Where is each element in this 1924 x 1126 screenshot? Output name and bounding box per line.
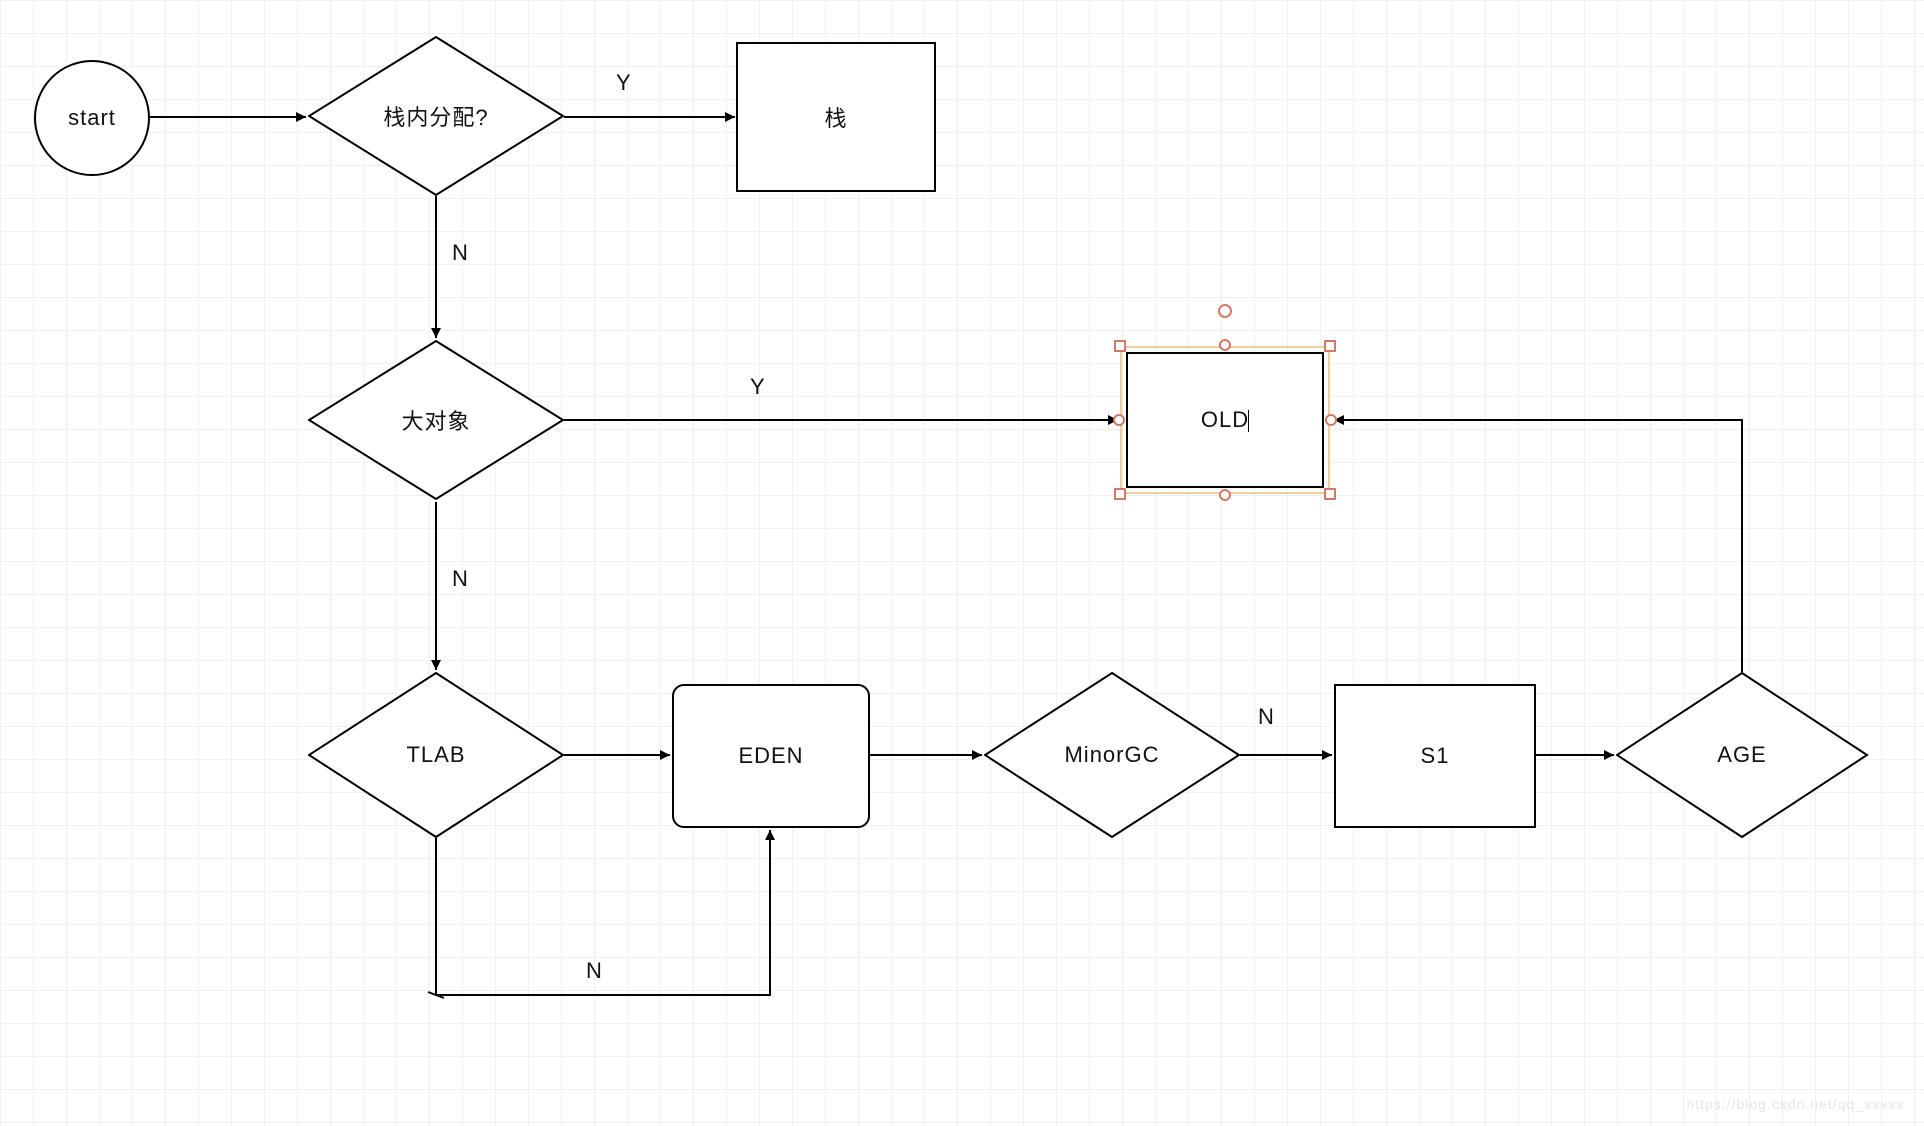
node-tlab[interactable]: TLAB (308, 672, 564, 838)
node-eden-label: EDEN (738, 743, 803, 769)
rotation-handle-icon[interactable] (1218, 304, 1232, 318)
edge-label-tlab-n: N (586, 958, 602, 984)
node-eden[interactable]: EDEN (672, 684, 870, 828)
edge-label-big-obj-n: N (452, 566, 468, 592)
text-caret (1248, 410, 1249, 432)
resize-handle-e[interactable] (1325, 414, 1337, 426)
node-big-object[interactable]: 大对象 (308, 340, 564, 500)
node-age[interactable]: AGE (1616, 672, 1868, 838)
resize-handle-nw[interactable] (1114, 340, 1126, 352)
resize-handle-sw[interactable] (1114, 488, 1126, 500)
resize-handle-s[interactable] (1219, 489, 1231, 501)
node-start[interactable]: start (34, 60, 150, 176)
node-age-label: AGE (1717, 742, 1766, 768)
node-stack-alloc[interactable]: 栈内分配? (308, 36, 564, 196)
edge-label-stack-alloc-y: Y (616, 70, 631, 96)
resize-handle-ne[interactable] (1324, 340, 1336, 352)
node-old-selected[interactable]: OLD (1120, 346, 1330, 494)
node-minor-gc[interactable]: MinorGC (984, 672, 1240, 838)
node-minor-gc-label: MinorGC (1064, 742, 1159, 768)
edge-label-stack-alloc-n: N (452, 240, 468, 266)
node-tlab-label: TLAB (406, 742, 465, 768)
node-stack-alloc-label: 栈内分配? (383, 100, 488, 132)
node-old[interactable]: OLD (1126, 352, 1324, 488)
node-s1[interactable]: S1 (1334, 684, 1536, 828)
node-stack[interactable]: 栈 (736, 42, 936, 192)
edge-label-minor-gc-n: N (1258, 704, 1274, 730)
resize-handle-se[interactable] (1324, 488, 1336, 500)
resize-handle-n[interactable] (1219, 339, 1231, 351)
edge-label-big-obj-y: Y (750, 374, 765, 400)
node-stack-label: 栈 (824, 101, 847, 133)
watermark: https://blog.csdn.net/qq_xxxxx (1686, 1096, 1904, 1112)
resize-handle-w[interactable] (1113, 414, 1125, 426)
node-s1-label: S1 (1421, 743, 1450, 769)
node-old-label: OLD (1201, 407, 1249, 433)
node-start-label: start (68, 105, 116, 131)
node-big-object-label: 大对象 (401, 404, 470, 436)
